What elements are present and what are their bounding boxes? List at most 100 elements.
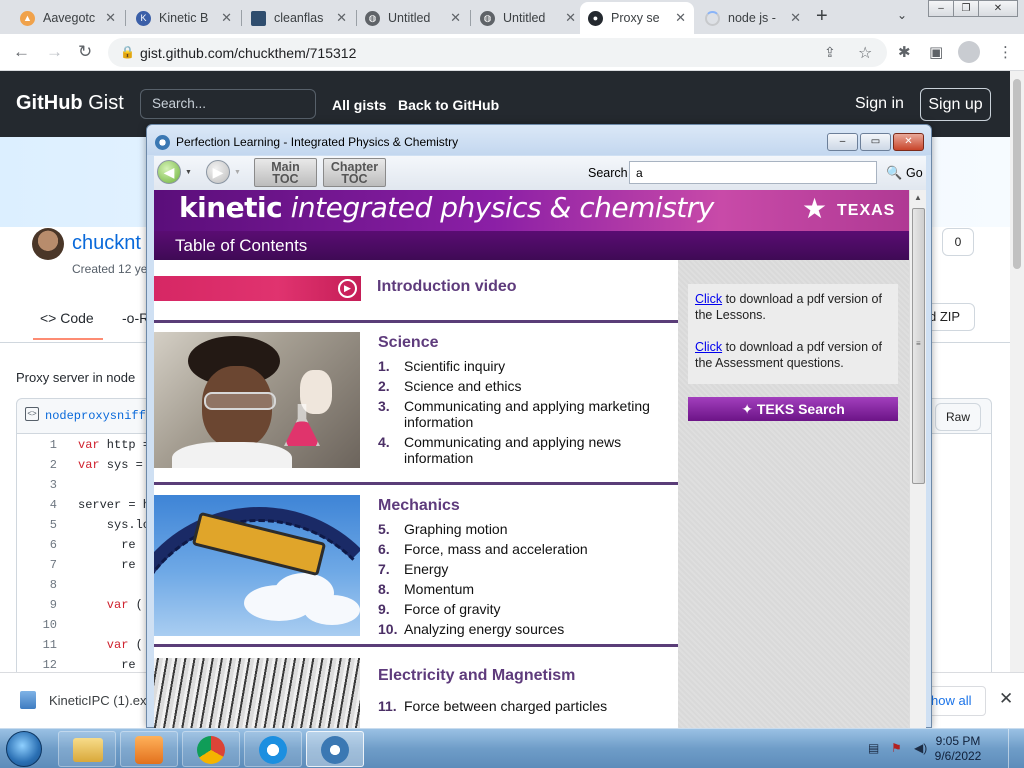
forward-arrow-icon[interactable]: ▶ bbox=[206, 160, 230, 184]
line-number[interactable]: 4 bbox=[17, 498, 57, 512]
go-button[interactable]: Go bbox=[906, 166, 923, 180]
user-avatar[interactable] bbox=[32, 228, 64, 260]
line-number[interactable]: 10 bbox=[17, 618, 57, 632]
raw-button[interactable]: Raw bbox=[935, 403, 981, 431]
item-title: Force, mass and acceleration bbox=[404, 541, 588, 557]
github-gist-logo[interactable]: GitHub Gist bbox=[16, 92, 124, 115]
side-panel-icon[interactable]: ▣ bbox=[929, 43, 943, 61]
taskbar-chrome[interactable] bbox=[182, 731, 240, 767]
gist-search-input[interactable]: Search... bbox=[140, 89, 316, 119]
gist-filename[interactable]: nodeproxysniffe bbox=[45, 409, 153, 423]
kinetic-close-button[interactable]: ✕ bbox=[893, 133, 924, 151]
taskbar-kinetic[interactable] bbox=[306, 731, 364, 767]
intro-video-link[interactable]: Introduction video bbox=[377, 278, 517, 296]
gist-username[interactable]: chucknt bbox=[72, 232, 141, 255]
reload-icon[interactable]: ↻ bbox=[78, 42, 92, 62]
main-toc-button[interactable]: Main TOC bbox=[254, 158, 317, 187]
kinetic-titlebar[interactable]: Perfection Learning - Integrated Physics… bbox=[147, 125, 931, 155]
url-text[interactable]: gist.github.com/chuckthem/715312 bbox=[140, 45, 356, 61]
browser-tab-cleanflash[interactable]: cleanflas ✕ bbox=[243, 2, 355, 34]
back-arrow-icon[interactable]: ◀ bbox=[157, 160, 181, 184]
browser-tab-aavegotchi[interactable]: ▲ Aavegotc ✕ bbox=[12, 2, 124, 34]
line-number[interactable]: 5 bbox=[17, 518, 57, 532]
mechanics-photo[interactable] bbox=[154, 495, 360, 636]
system-clock[interactable]: 9:05 PM 9/6/2022 bbox=[930, 734, 986, 764]
page-scrollbar-thumb[interactable] bbox=[1013, 79, 1021, 269]
taskbar-media-player[interactable] bbox=[120, 731, 178, 767]
lock-icon[interactable]: 🔒 bbox=[120, 45, 135, 59]
download-filename[interactable]: KineticIPC (1).exe bbox=[49, 693, 154, 708]
tab-search-icon[interactable]: ⌄ bbox=[897, 8, 907, 22]
lessons-pdf-link[interactable]: Click bbox=[695, 292, 722, 306]
back-arrow-icon[interactable]: ← bbox=[13, 42, 30, 62]
line-number[interactable]: 3 bbox=[17, 478, 57, 492]
action-center-flag-icon[interactable]: ⚑ bbox=[891, 741, 902, 755]
close-tab-icon[interactable]: ✕ bbox=[565, 10, 576, 26]
extensions-puzzle-icon[interactable]: ✱ bbox=[898, 43, 911, 61]
taskbar-explorer[interactable] bbox=[58, 731, 116, 767]
line-number[interactable]: 11 bbox=[17, 638, 57, 652]
share-icon[interactable]: ⇪ bbox=[824, 44, 836, 61]
browser-tab-untitled-1[interactable]: ◍ Untitled ✕ bbox=[357, 2, 469, 34]
window-restore-button[interactable]: ❐ bbox=[953, 0, 979, 17]
close-tab-icon[interactable]: ✕ bbox=[790, 10, 801, 26]
electricity-photo[interactable] bbox=[154, 658, 360, 729]
close-tab-icon[interactable]: ✕ bbox=[105, 10, 116, 26]
profile-avatar-icon[interactable] bbox=[958, 41, 980, 63]
chapter-toc-button[interactable]: Chapter TOC bbox=[323, 158, 386, 187]
code-text: var sys = bbox=[78, 458, 150, 472]
kinetic-maximize-button[interactable]: ▭ bbox=[860, 133, 891, 151]
forward-arrow-icon[interactable]: → bbox=[46, 42, 63, 62]
browser-tab-node-js[interactable]: node js - ✕ bbox=[697, 2, 809, 34]
show-desktop-button[interactable] bbox=[1008, 729, 1024, 768]
section-title-science[interactable]: Science bbox=[378, 334, 438, 352]
address-bar[interactable]: 🔒 gist.github.com/chuckthem/715312 ⇪ ☆ bbox=[108, 38, 887, 67]
line-number[interactable]: 9 bbox=[17, 598, 57, 612]
window-minimize-button[interactable]: – bbox=[928, 0, 954, 17]
close-tab-icon[interactable]: ✕ bbox=[450, 10, 461, 26]
kinetic-scrollbar[interactable]: ▲ ≡ bbox=[909, 190, 926, 729]
browser-tab-untitled-2[interactable]: ◍ Untitled ✕ bbox=[472, 2, 584, 34]
bookmark-star-icon[interactable]: ☆ bbox=[858, 43, 872, 63]
page-scrollbar[interactable] bbox=[1010, 71, 1024, 687]
sign-up-button[interactable]: Sign up bbox=[920, 88, 991, 121]
line-number[interactable]: 1 bbox=[17, 438, 57, 452]
assessment-pdf-link[interactable]: Click bbox=[695, 340, 722, 354]
back-to-github-link[interactable]: Back to GitHub bbox=[398, 97, 499, 113]
line-number[interactable]: 7 bbox=[17, 558, 57, 572]
all-gists-link[interactable]: All gists bbox=[332, 97, 386, 113]
tab-code[interactable]: <> Code bbox=[40, 310, 94, 326]
intro-video-strip[interactable]: ▶ bbox=[154, 276, 361, 301]
forward-history-dropdown-icon[interactable]: ▼ bbox=[234, 169, 241, 176]
science-photo[interactable] bbox=[154, 332, 360, 468]
kinetic-scrollbar-thumb[interactable]: ≡ bbox=[912, 208, 925, 484]
browser-tab-kinetic-b[interactable]: K Kinetic B ✕ bbox=[128, 2, 240, 34]
line-number[interactable]: 2 bbox=[17, 458, 57, 472]
network-icon[interactable]: ▤ bbox=[868, 741, 879, 755]
section-title-mechanics[interactable]: Mechanics bbox=[378, 497, 460, 515]
star-count[interactable]: 0 bbox=[942, 228, 974, 256]
window-close-button[interactable]: ✕ bbox=[978, 0, 1018, 17]
line-number[interactable]: 12 bbox=[17, 658, 57, 672]
close-tab-icon[interactable]: ✕ bbox=[675, 10, 686, 26]
close-tab-icon[interactable]: ✕ bbox=[336, 10, 347, 26]
new-tab-button[interactable]: + bbox=[816, 5, 828, 28]
play-icon[interactable]: ▶ bbox=[338, 279, 357, 298]
section-title-electricity[interactable]: Electricity and Magnetism bbox=[378, 667, 575, 685]
scroll-up-arrow-icon[interactable]: ▲ bbox=[914, 193, 922, 202]
back-history-dropdown-icon[interactable]: ▼ bbox=[185, 169, 192, 176]
line-number[interactable]: 6 bbox=[17, 538, 57, 552]
more-menu-icon[interactable]: ⋮ bbox=[998, 43, 1013, 61]
kinetic-minimize-button[interactable]: – bbox=[827, 133, 858, 151]
search-magnifier-icon[interactable]: 🔍 bbox=[886, 165, 902, 181]
start-button[interactable] bbox=[6, 731, 42, 767]
close-download-shelf-icon[interactable]: ✕ bbox=[999, 689, 1013, 709]
close-tab-icon[interactable]: ✕ bbox=[221, 10, 232, 26]
browser-tab-proxy-server[interactable]: ● Proxy se ✕ bbox=[580, 2, 694, 34]
line-number[interactable]: 8 bbox=[17, 578, 57, 592]
teks-search-button[interactable]: ✦ TEKS Search bbox=[688, 397, 898, 421]
kinetic-search-input[interactable] bbox=[629, 161, 877, 184]
volume-icon[interactable]: ◀) bbox=[914, 741, 927, 755]
taskbar-internet-explorer[interactable] bbox=[244, 731, 302, 767]
sign-in-link[interactable]: Sign in bbox=[855, 95, 904, 113]
